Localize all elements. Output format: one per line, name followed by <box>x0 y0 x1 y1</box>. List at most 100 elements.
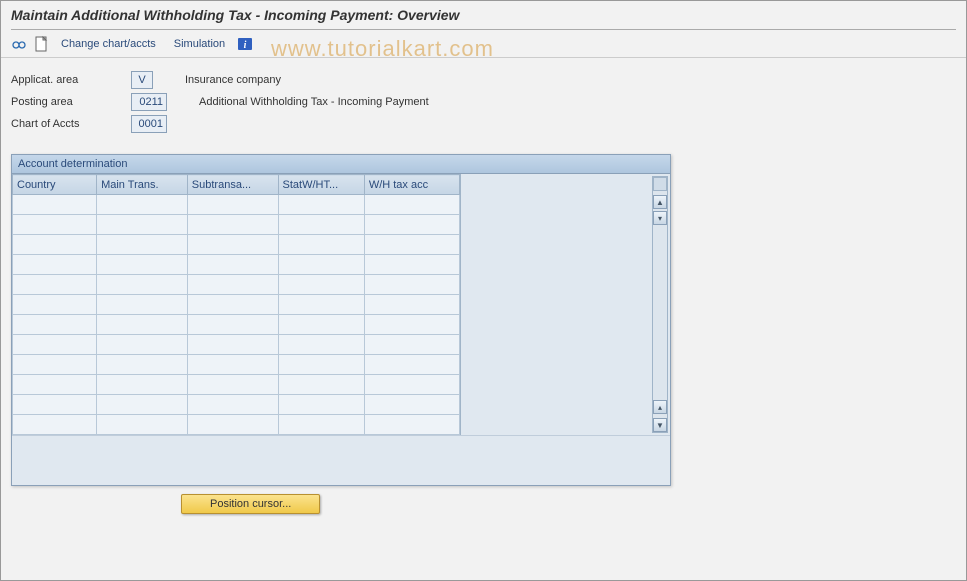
table-cell[interactable] <box>187 355 278 375</box>
table-row[interactable] <box>13 335 460 355</box>
table-cell[interactable] <box>364 375 459 395</box>
table-cell[interactable] <box>364 335 459 355</box>
grid-header-row: Country Main Trans. Subtransa... StatW/H… <box>13 175 460 195</box>
table-cell[interactable] <box>97 275 188 295</box>
scroll-up-icon[interactable]: ▲ <box>653 195 667 209</box>
scroll-page-up-icon[interactable]: ▾ <box>653 211 667 225</box>
table-row[interactable] <box>13 295 460 315</box>
col-main-trans[interactable]: Main Trans. <box>97 175 188 195</box>
table-row[interactable] <box>13 275 460 295</box>
info-icon[interactable]: i <box>237 36 253 52</box>
table-cell[interactable] <box>187 235 278 255</box>
table-cell[interactable] <box>278 275 364 295</box>
table-cell[interactable] <box>97 315 188 335</box>
table-row[interactable] <box>13 255 460 275</box>
new-page-icon[interactable] <box>33 36 49 52</box>
table-cell[interactable] <box>364 315 459 335</box>
table-cell[interactable] <box>13 395 97 415</box>
table-cell[interactable] <box>187 395 278 415</box>
table-cell[interactable] <box>13 275 97 295</box>
change-chart-button[interactable]: Change chart/accts <box>55 38 162 50</box>
table-cell[interactable] <box>97 355 188 375</box>
table-cell[interactable] <box>364 195 459 215</box>
table-cell[interactable] <box>13 355 97 375</box>
scroll-page-down-icon[interactable]: ▴ <box>653 400 667 414</box>
table-cell[interactable] <box>278 415 364 435</box>
table-cell[interactable] <box>364 275 459 295</box>
table-cell[interactable] <box>13 295 97 315</box>
table-row[interactable] <box>13 355 460 375</box>
table-cell[interactable] <box>13 215 97 235</box>
table-cell[interactable] <box>278 195 364 215</box>
table-cell[interactable] <box>187 375 278 395</box>
table-cell[interactable] <box>97 295 188 315</box>
table-cell[interactable] <box>97 195 188 215</box>
col-statwht[interactable]: StatW/HT... <box>278 175 364 195</box>
table-cell[interactable] <box>278 255 364 275</box>
input-posting-area[interactable] <box>131 93 167 111</box>
table-cell[interactable] <box>278 395 364 415</box>
table-row[interactable] <box>13 235 460 255</box>
col-subtransa[interactable]: Subtransa... <box>187 175 278 195</box>
table-cell[interactable] <box>187 315 278 335</box>
table-cell[interactable] <box>278 215 364 235</box>
table-cell[interactable] <box>13 375 97 395</box>
toolbar: Change chart/accts Simulation i <box>1 30 966 58</box>
table-cell[interactable] <box>97 255 188 275</box>
table-cell[interactable] <box>278 355 364 375</box>
table-cell[interactable] <box>13 195 97 215</box>
col-wh-tax-acc[interactable]: W/H tax acc <box>364 175 459 195</box>
table-cell[interactable] <box>278 335 364 355</box>
table-cell[interactable] <box>278 375 364 395</box>
table-cell[interactable] <box>364 215 459 235</box>
table-row[interactable] <box>13 395 460 415</box>
table-cell[interactable] <box>364 415 459 435</box>
table-row[interactable] <box>13 315 460 335</box>
grid-filler: ▲ ▾ ▴ ▼ <box>460 174 670 435</box>
table-cell[interactable] <box>187 255 278 275</box>
table-row[interactable] <box>13 375 460 395</box>
table-cell[interactable] <box>187 275 278 295</box>
table-cell[interactable] <box>13 415 97 435</box>
table-cell[interactable] <box>13 315 97 335</box>
input-chart-of-accts[interactable] <box>131 115 167 133</box>
table-cell[interactable] <box>187 415 278 435</box>
panel-body: Country Main Trans. Subtransa... StatW/H… <box>12 174 670 435</box>
account-determination-panel: Account determination Country Main Trans… <box>11 154 671 486</box>
table-cell[interactable] <box>364 235 459 255</box>
table-cell[interactable] <box>187 215 278 235</box>
table-cell[interactable] <box>187 195 278 215</box>
table-cell[interactable] <box>97 335 188 355</box>
table-cell[interactable] <box>187 335 278 355</box>
table-cell[interactable] <box>13 235 97 255</box>
table-cell[interactable] <box>97 215 188 235</box>
desc-applicat-area: Insurance company <box>185 74 281 86</box>
table-cell[interactable] <box>97 235 188 255</box>
scroll-down-icon[interactable]: ▼ <box>653 418 667 432</box>
table-cell[interactable] <box>364 355 459 375</box>
glasses-icon[interactable] <box>11 36 27 52</box>
col-country[interactable]: Country <box>13 175 97 195</box>
input-applicat-area[interactable] <box>131 71 153 89</box>
table-cell[interactable] <box>187 295 278 315</box>
table-cell[interactable] <box>278 295 364 315</box>
table-row[interactable] <box>13 195 460 215</box>
table-cell[interactable] <box>97 415 188 435</box>
table-cell[interactable] <box>13 255 97 275</box>
table-cell[interactable] <box>278 315 364 335</box>
table-row[interactable] <box>13 215 460 235</box>
vertical-scrollbar[interactable]: ▲ ▾ ▴ ▼ <box>652 176 668 433</box>
table-cell[interactable] <box>97 375 188 395</box>
table-cell[interactable] <box>97 395 188 415</box>
position-cursor-button[interactable]: Position cursor... <box>181 494 320 514</box>
bottom-button-bar: Position cursor... <box>1 494 966 514</box>
table-row[interactable] <box>13 415 460 435</box>
table-cell[interactable] <box>13 335 97 355</box>
table-cell[interactable] <box>278 235 364 255</box>
label-applicat-area: Applicat. area <box>11 74 131 86</box>
table-cell[interactable] <box>364 255 459 275</box>
simulation-button[interactable]: Simulation <box>168 38 231 50</box>
account-grid[interactable]: Country Main Trans. Subtransa... StatW/H… <box>12 174 460 435</box>
table-cell[interactable] <box>364 395 459 415</box>
table-cell[interactable] <box>364 295 459 315</box>
